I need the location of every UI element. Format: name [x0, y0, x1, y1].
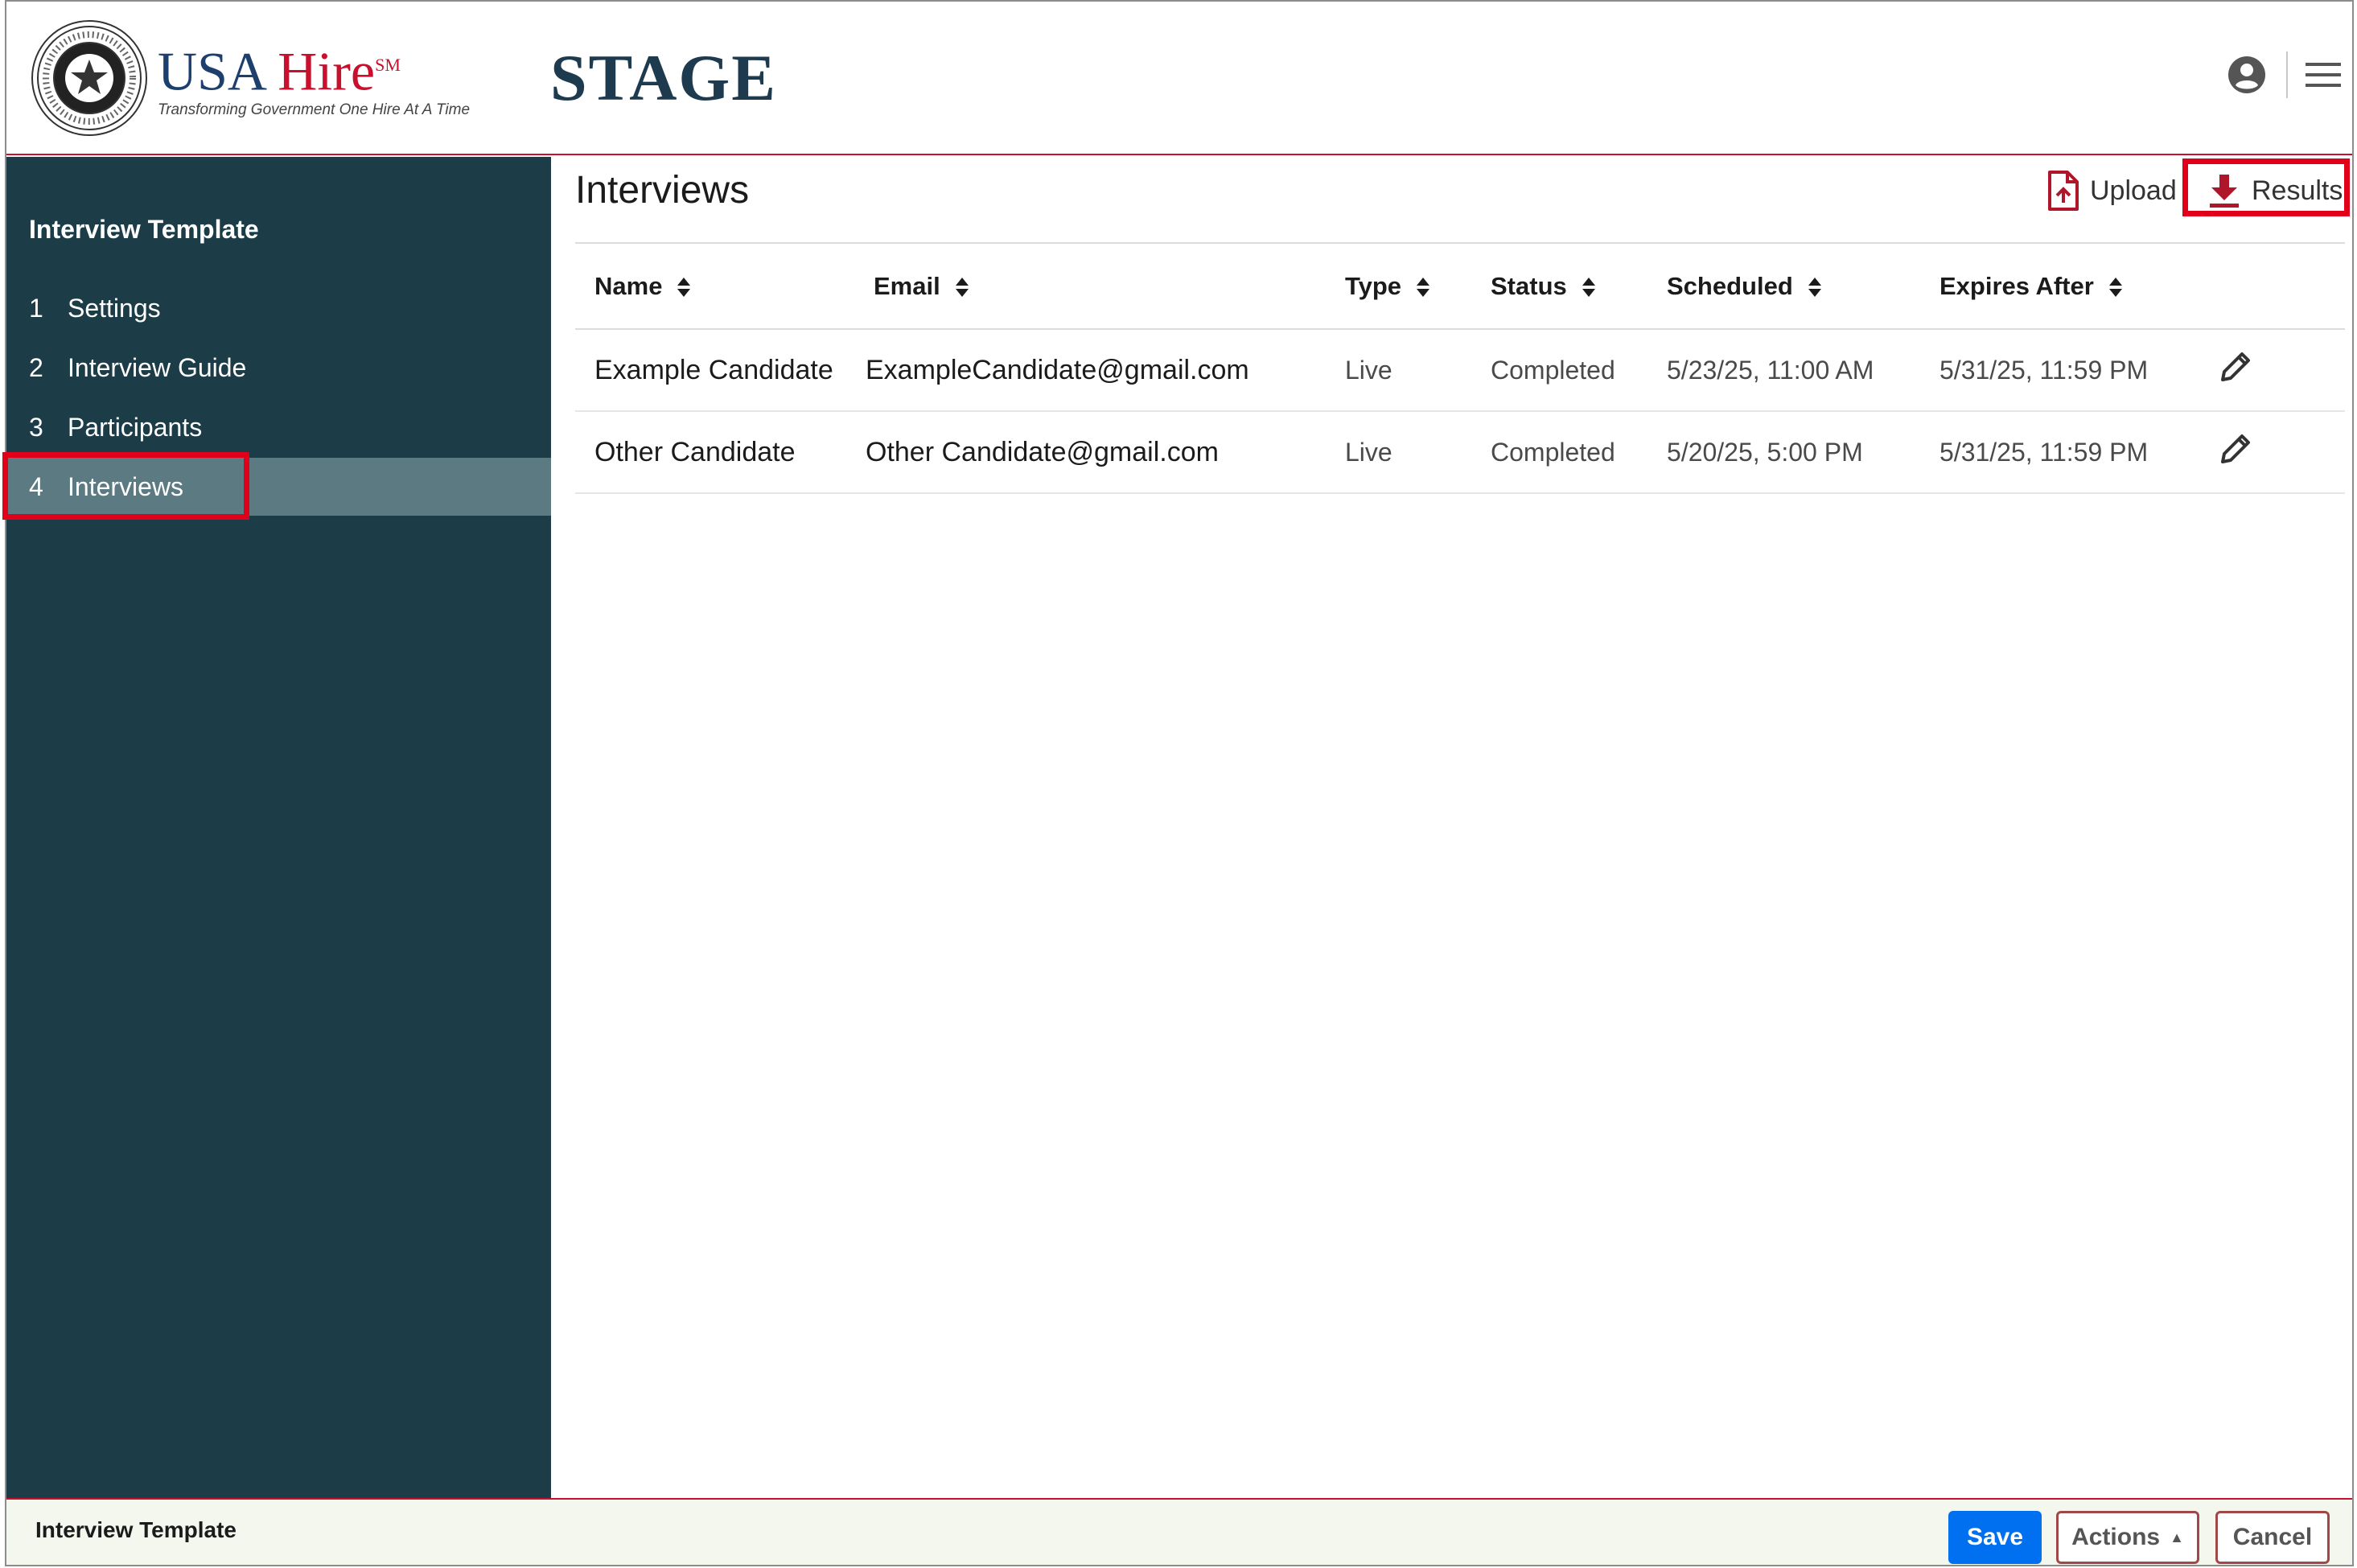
header-divider: [2286, 51, 2288, 98]
upload-label: Upload: [2090, 175, 2177, 206]
column-header-email[interactable]: Email: [854, 244, 1326, 330]
sort-icon: [1808, 278, 1821, 298]
user-account-icon[interactable]: [2227, 55, 2267, 95]
column-header-label: Name: [594, 271, 663, 300]
interviews-table: Name Email Type Status Scheduled Expires…: [575, 244, 2345, 494]
cell-expires-after: 5/31/25, 11:59 PM: [1920, 329, 2200, 412]
cell-scheduled: 5/20/25, 5:00 PM: [1647, 411, 1920, 494]
actions-button[interactable]: Actions ▲: [2056, 1511, 2199, 1564]
table-row: Example Candidate ExampleCandidate@gmail…: [575, 329, 2345, 412]
sidebar-title: Interview Template: [29, 215, 259, 244]
cancel-button[interactable]: Cancel: [2215, 1511, 2330, 1564]
table-row: Other Candidate Other Candidate@gmail.co…: [575, 411, 2345, 494]
sidebar-item-label: Participants: [68, 412, 203, 442]
upload-file-icon: [2048, 171, 2079, 211]
step-number: 2: [29, 352, 43, 382]
sidebar-item-settings[interactable]: 1 Settings: [6, 279, 551, 337]
results-download-button[interactable]: Results: [2208, 168, 2343, 213]
sidebar-item-label: Settings: [68, 293, 161, 323]
column-header-type[interactable]: Type: [1326, 244, 1471, 330]
cell-type: Live: [1326, 329, 1471, 412]
column-header-label: Type: [1345, 271, 1402, 300]
sidebar-item-participants[interactable]: 3 Participants: [6, 398, 551, 456]
logo-usa-text: USA: [158, 40, 278, 102]
logo-sm-mark: SM: [375, 55, 401, 76]
column-header-expires-after[interactable]: Expires After: [1920, 244, 2200, 330]
step-number: 3: [29, 412, 43, 442]
sort-icon: [1582, 278, 1595, 298]
cell-expires-after: 5/31/25, 11:59 PM: [1920, 411, 2200, 494]
app-header: USA HireSM Transforming Government One H…: [6, 2, 2352, 155]
cell-name: Example Candidate: [575, 329, 854, 412]
hamburger-menu-icon[interactable]: [2306, 61, 2341, 88]
logo-hire-text: Hire: [278, 40, 376, 102]
results-label: Results: [2252, 175, 2343, 206]
caret-up-icon: ▲: [2170, 1529, 2184, 1545]
cell-status: Completed: [1471, 329, 1647, 412]
column-header-scheduled[interactable]: Scheduled: [1647, 244, 1920, 330]
sidebar-item-label: Interviews: [68, 471, 184, 501]
column-header-label: Scheduled: [1667, 271, 1793, 300]
cell-edit: [2200, 411, 2345, 494]
column-header-label: Status: [1491, 271, 1567, 300]
download-icon: [2210, 175, 2239, 208]
opm-seal-icon: [31, 20, 147, 136]
table-header-row: Name Email Type Status Scheduled Expires…: [575, 244, 2345, 330]
pencil-icon[interactable]: [2219, 433, 2252, 465]
column-header-actions: [2200, 244, 2345, 330]
cell-email: Other Candidate@gmail.com: [854, 411, 1326, 494]
column-header-name[interactable]: Name: [575, 244, 854, 330]
footer-label: Interview Template: [35, 1517, 237, 1542]
page-title: Interviews: [575, 169, 750, 212]
footer-bar: Interview Template Save Actions ▲ Cancel: [6, 1498, 2352, 1565]
logo-tagline: Transforming Government One Hire At A Ti…: [158, 101, 471, 118]
step-number: 4: [29, 471, 43, 501]
cell-type: Live: [1326, 411, 1471, 494]
sort-icon: [677, 278, 691, 298]
sort-icon: [2108, 278, 2122, 298]
usa-hire-logo[interactable]: USA HireSM Transforming Government One H…: [31, 18, 470, 138]
cell-scheduled: 5/23/25, 11:00 AM: [1647, 329, 1920, 412]
main-content: Interviews Upload Results Name Email Typ…: [553, 157, 2352, 1498]
sidebar: Interview Template 1 Settings 2 Intervie…: [6, 157, 551, 1498]
sort-icon: [1417, 278, 1430, 298]
actions-label: Actions: [2071, 1524, 2161, 1550]
save-button[interactable]: Save: [1948, 1511, 2042, 1564]
sidebar-item-label: Interview Guide: [68, 352, 247, 382]
column-header-status[interactable]: Status: [1471, 244, 1647, 330]
cell-name: Other Candidate: [575, 411, 854, 494]
column-header-label: Expires After: [1939, 271, 2094, 300]
environment-label: STAGE: [550, 41, 777, 114]
step-number: 1: [29, 293, 43, 323]
cell-email: ExampleCandidate@gmail.com: [854, 329, 1326, 412]
sidebar-item-interviews[interactable]: 4 Interviews: [6, 458, 551, 516]
cell-status: Completed: [1471, 411, 1647, 494]
sidebar-item-interview-guide[interactable]: 2 Interview Guide: [6, 339, 551, 397]
sort-icon: [955, 278, 969, 298]
upload-button[interactable]: Upload: [2046, 168, 2177, 213]
pencil-icon[interactable]: [2219, 351, 2252, 383]
cell-edit: [2200, 329, 2345, 412]
column-header-label: Email: [874, 271, 940, 300]
